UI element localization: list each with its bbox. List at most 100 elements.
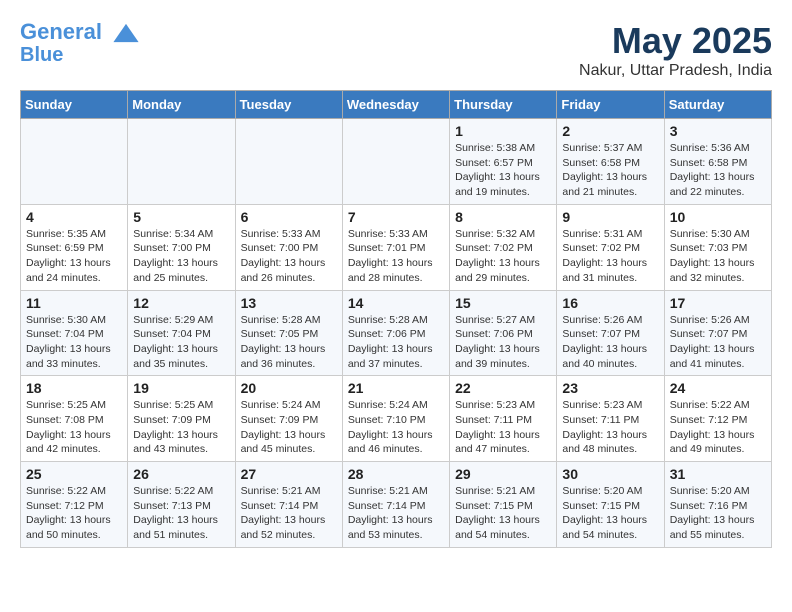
day-number: 29 (455, 466, 551, 482)
day-info: Sunrise: 5:26 AM Sunset: 7:07 PM Dayligh… (562, 313, 658, 372)
day-info: Sunrise: 5:33 AM Sunset: 7:01 PM Dayligh… (348, 227, 444, 286)
calendar-cell: 17 Sunrise: 5:26 AM Sunset: 7:07 PM Dayli… (664, 290, 771, 376)
calendar-cell: 26Sunrise: 5:22 AM Sunset: 7:13 PM Dayli… (128, 462, 235, 548)
weekday-header-tuesday: Tuesday (235, 91, 342, 119)
day-info: Sunrise: 5:21 AM Sunset: 7:14 PM Dayligh… (348, 484, 444, 543)
calendar-cell (235, 119, 342, 205)
day-info: Sunrise: 5:32 AM Sunset: 7:02 PM Dayligh… (455, 227, 551, 286)
calendar-cell: 3 Sunrise: 5:36 AM Sunset: 6:58 PM Daylig… (664, 119, 771, 205)
day-number: 10 (670, 209, 766, 225)
day-info: Sunrise: 5:35 AM Sunset: 6:59 PM Dayligh… (26, 227, 122, 286)
calendar-cell: 24Sunrise: 5:22 AM Sunset: 7:12 PM Dayli… (664, 376, 771, 462)
calendar-cell: 30Sunrise: 5:20 AM Sunset: 7:15 PM Dayli… (557, 462, 664, 548)
calendar-cell: 10Sunrise: 5:30 AM Sunset: 7:03 PM Dayli… (664, 204, 771, 290)
calendar-cell: 18 Sunrise: 5:25 AM Sunset: 7:08 PM Dayli… (21, 376, 128, 462)
calendar-cell (342, 119, 449, 205)
calendar-cell: 27 Sunrise: 5:21 AM Sunset: 7:14 PM Dayli… (235, 462, 342, 548)
day-info: Sunrise: 5:22 AM Sunset: 7:12 PM Dayligh… (670, 398, 766, 457)
day-number: 13 (241, 295, 337, 311)
weekday-header-saturday: Saturday (664, 91, 771, 119)
day-info: Sunrise: 5:28 AM Sunset: 7:06 PM Dayligh… (348, 313, 444, 372)
day-info: Sunrise: 5:22 AM Sunset: 7:12 PM Dayligh… (26, 484, 122, 543)
day-number: 18 (26, 380, 122, 396)
day-number: 14 (348, 295, 444, 311)
logo: General Blue (20, 20, 140, 66)
weekday-header-monday: Monday (128, 91, 235, 119)
day-number: 25 (26, 466, 122, 482)
day-info: Sunrise: 5:26 AM Sunset: 7:07 PM Dayligh… (670, 313, 766, 372)
day-number: 5 (133, 209, 229, 225)
calendar-week-1: 1 Sunrise: 5:38 AM Sunset: 6:57 PM Daylig… (21, 119, 772, 205)
day-number: 27 (241, 466, 337, 482)
logo-blue: Blue (20, 44, 140, 66)
calendar-cell (128, 119, 235, 205)
calendar-week-3: 11Sunrise: 5:30 AM Sunset: 7:04 PM Dayli… (21, 290, 772, 376)
calendar-cell: 16 Sunrise: 5:26 AM Sunset: 7:07 PM Dayli… (557, 290, 664, 376)
calendar-cell: 12 Sunrise: 5:29 AM Sunset: 7:04 PM Dayli… (128, 290, 235, 376)
day-number: 17 (670, 295, 766, 311)
calendar-cell: 23 Sunrise: 5:23 AM Sunset: 7:11 PM Dayli… (557, 376, 664, 462)
day-number: 6 (241, 209, 337, 225)
calendar-table: SundayMondayTuesdayWednesdayThursdayFrid… (20, 90, 772, 548)
day-number: 31 (670, 466, 766, 482)
calendar-cell: 25 Sunrise: 5:22 AM Sunset: 7:12 PM Dayli… (21, 462, 128, 548)
day-info: Sunrise: 5:25 AM Sunset: 7:08 PM Dayligh… (26, 398, 122, 457)
day-info: Sunrise: 5:34 AM Sunset: 7:00 PM Dayligh… (133, 227, 229, 286)
calendar-cell: 19Sunrise: 5:25 AM Sunset: 7:09 PM Dayli… (128, 376, 235, 462)
calendar-cell (21, 119, 128, 205)
calendar-cell: 28 Sunrise: 5:21 AM Sunset: 7:14 PM Dayli… (342, 462, 449, 548)
day-number: 28 (348, 466, 444, 482)
title-block: May 2025 Nakur, Uttar Pradesh, India (579, 20, 772, 80)
day-info: Sunrise: 5:20 AM Sunset: 7:15 PM Dayligh… (562, 484, 658, 543)
weekday-header-sunday: Sunday (21, 91, 128, 119)
weekday-header-friday: Friday (557, 91, 664, 119)
day-number: 8 (455, 209, 551, 225)
weekday-header-thursday: Thursday (450, 91, 557, 119)
day-number: 20 (241, 380, 337, 396)
calendar-cell: 31 Sunrise: 5:20 AM Sunset: 7:16 PM Dayli… (664, 462, 771, 548)
day-info: Sunrise: 5:20 AM Sunset: 7:16 PM Dayligh… (670, 484, 766, 543)
day-info: Sunrise: 5:21 AM Sunset: 7:14 PM Dayligh… (241, 484, 337, 543)
calendar-cell: 14 Sunrise: 5:28 AM Sunset: 7:06 PM Dayli… (342, 290, 449, 376)
logo-text: General (20, 20, 140, 44)
day-number: 21 (348, 380, 444, 396)
month-title: May 2025 (579, 20, 772, 62)
day-info: Sunrise: 5:29 AM Sunset: 7:04 PM Dayligh… (133, 313, 229, 372)
day-number: 7 (348, 209, 444, 225)
day-info: Sunrise: 5:22 AM Sunset: 7:13 PM Dayligh… (133, 484, 229, 543)
calendar-cell: 20 Sunrise: 5:24 AM Sunset: 7:09 PM Dayli… (235, 376, 342, 462)
calendar-cell: 2Sunrise: 5:37 AM Sunset: 6:58 PM Daylig… (557, 119, 664, 205)
day-number: 2 (562, 123, 658, 139)
calendar-cell: 4 Sunrise: 5:35 AM Sunset: 6:59 PM Daylig… (21, 204, 128, 290)
calendar-cell: 15 Sunrise: 5:27 AM Sunset: 7:06 PM Dayli… (450, 290, 557, 376)
calendar-header-row: SundayMondayTuesdayWednesdayThursdayFrid… (21, 91, 772, 119)
day-number: 15 (455, 295, 551, 311)
day-number: 3 (670, 123, 766, 139)
day-info: Sunrise: 5:27 AM Sunset: 7:06 PM Dayligh… (455, 313, 551, 372)
calendar-cell: 13 Sunrise: 5:28 AM Sunset: 7:05 PM Dayli… (235, 290, 342, 376)
day-info: Sunrise: 5:36 AM Sunset: 6:58 PM Dayligh… (670, 141, 766, 200)
day-number: 23 (562, 380, 658, 396)
day-info: Sunrise: 5:30 AM Sunset: 7:04 PM Dayligh… (26, 313, 122, 372)
weekday-header-wednesday: Wednesday (342, 91, 449, 119)
day-info: Sunrise: 5:24 AM Sunset: 7:09 PM Dayligh… (241, 398, 337, 457)
day-info: Sunrise: 5:23 AM Sunset: 7:11 PM Dayligh… (455, 398, 551, 457)
day-info: Sunrise: 5:33 AM Sunset: 7:00 PM Dayligh… (241, 227, 337, 286)
calendar-cell: 9Sunrise: 5:31 AM Sunset: 7:02 PM Daylig… (557, 204, 664, 290)
day-info: Sunrise: 5:28 AM Sunset: 7:05 PM Dayligh… (241, 313, 337, 372)
day-info: Sunrise: 5:23 AM Sunset: 7:11 PM Dayligh… (562, 398, 658, 457)
calendar-cell: 22Sunrise: 5:23 AM Sunset: 7:11 PM Dayli… (450, 376, 557, 462)
calendar-cell: 21Sunrise: 5:24 AM Sunset: 7:10 PM Dayli… (342, 376, 449, 462)
calendar-cell: 7 Sunrise: 5:33 AM Sunset: 7:01 PM Daylig… (342, 204, 449, 290)
day-number: 4 (26, 209, 122, 225)
day-info: Sunrise: 5:31 AM Sunset: 7:02 PM Dayligh… (562, 227, 658, 286)
calendar-week-2: 4 Sunrise: 5:35 AM Sunset: 6:59 PM Daylig… (21, 204, 772, 290)
day-info: Sunrise: 5:21 AM Sunset: 7:15 PM Dayligh… (455, 484, 551, 543)
day-number: 19 (133, 380, 229, 396)
day-info: Sunrise: 5:38 AM Sunset: 6:57 PM Dayligh… (455, 141, 551, 200)
day-number: 1 (455, 123, 551, 139)
calendar-cell: 29 Sunrise: 5:21 AM Sunset: 7:15 PM Dayli… (450, 462, 557, 548)
day-number: 12 (133, 295, 229, 311)
calendar-cell: 6 Sunrise: 5:33 AM Sunset: 7:00 PM Daylig… (235, 204, 342, 290)
day-number: 16 (562, 295, 658, 311)
